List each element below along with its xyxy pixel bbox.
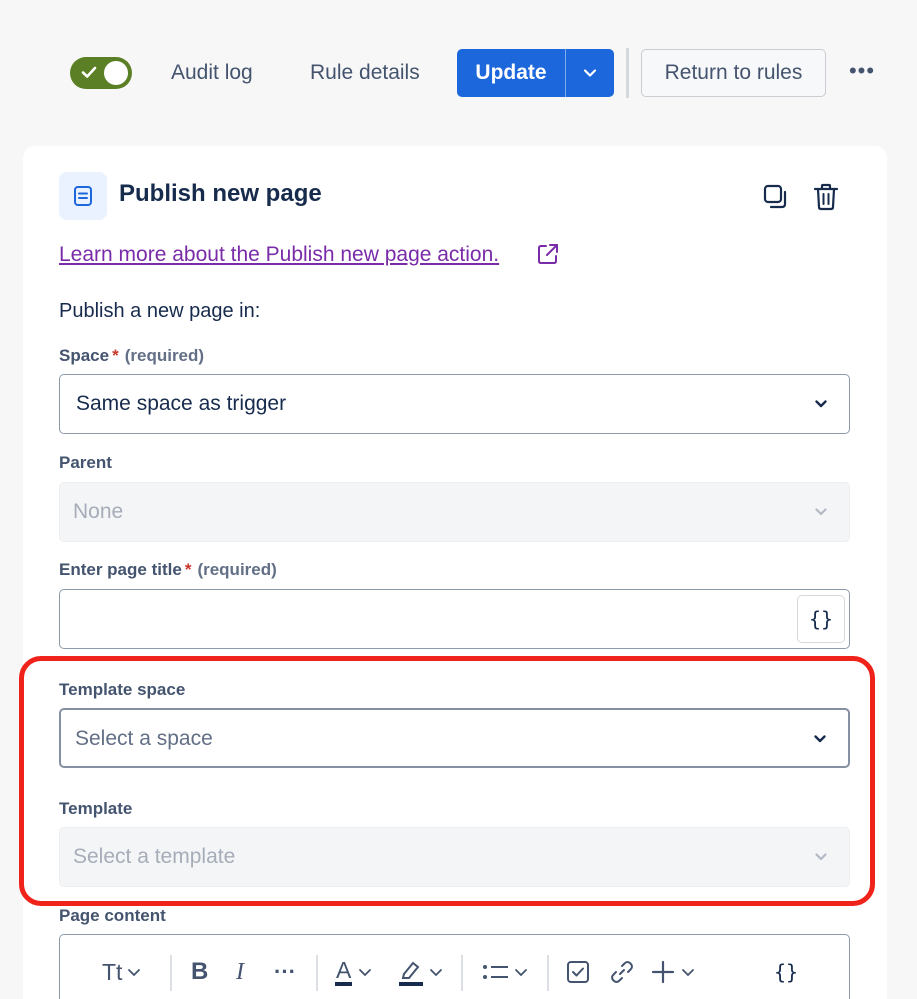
link-button[interactable] bbox=[609, 955, 635, 989]
publish-page-action-card: Publish new page Learn more about the Pu… bbox=[19, 146, 887, 999]
parent-label: Parent bbox=[59, 453, 112, 472]
space-label: Space * (required) bbox=[59, 346, 204, 366]
toolbar-divider bbox=[316, 955, 318, 991]
template-placeholder: Select a template bbox=[73, 845, 236, 868]
copy-icon[interactable] bbox=[763, 184, 789, 210]
space-select[interactable]: Same space as trigger bbox=[59, 374, 850, 434]
template-space-label: Template space bbox=[59, 680, 186, 699]
chevron-down-icon bbox=[430, 969, 442, 977]
required-text: (required) bbox=[197, 560, 277, 579]
bold-button[interactable]: B bbox=[191, 955, 208, 989]
page-icon bbox=[59, 172, 107, 220]
learn-more-link[interactable]: Learn more about the Publish new page ac… bbox=[59, 243, 499, 267]
toolbar-divider bbox=[626, 48, 629, 98]
smart-value-button[interactable]: {} bbox=[797, 595, 845, 643]
action-item-button[interactable] bbox=[566, 955, 590, 989]
chevron-down-icon bbox=[815, 853, 827, 861]
chevron-down-icon bbox=[128, 969, 141, 977]
link-icon bbox=[611, 961, 633, 983]
list-icon bbox=[483, 965, 508, 979]
required-text: (required) bbox=[124, 346, 205, 365]
italic-button[interactable]: I bbox=[236, 955, 244, 989]
page-title-label: Enter page title * (required) bbox=[59, 560, 277, 580]
plus-icon bbox=[651, 960, 675, 984]
list-button[interactable] bbox=[482, 955, 528, 989]
checkbox-icon bbox=[567, 961, 589, 983]
space-select-value: Same space as trigger bbox=[76, 392, 287, 415]
toolbar-divider bbox=[461, 955, 463, 991]
template-space-select[interactable]: Select a space bbox=[59, 708, 850, 768]
parent-select: None bbox=[59, 482, 850, 542]
chevron-down-icon bbox=[815, 508, 827, 516]
check-icon bbox=[81, 66, 97, 78]
trash-icon[interactable] bbox=[813, 183, 839, 211]
chevron-down-icon bbox=[682, 969, 694, 977]
more-formatting-button[interactable]: ··· bbox=[274, 955, 296, 989]
text-style-label: Tt bbox=[102, 958, 123, 985]
template-space-placeholder: Select a space bbox=[75, 727, 213, 750]
chevron-down-icon bbox=[814, 735, 826, 743]
required-marker: * bbox=[112, 346, 119, 365]
page-title-label-text: Enter page title bbox=[59, 560, 182, 579]
editor-smart-value-button[interactable]: {} bbox=[774, 955, 798, 989]
action-title: Publish new page bbox=[119, 180, 322, 207]
template-label: Template bbox=[59, 799, 133, 818]
space-label-text: Space bbox=[59, 346, 110, 365]
rule-details-link[interactable]: Rule details bbox=[310, 58, 420, 88]
update-options-button[interactable] bbox=[566, 49, 614, 97]
page-title-input[interactable]: {} bbox=[59, 589, 850, 649]
page-content-label: Page content bbox=[59, 906, 166, 925]
rule-toolbar: Audit log Rule details Update Return to … bbox=[0, 0, 917, 140]
highlight-color-button[interactable] bbox=[397, 955, 443, 989]
text-style-button[interactable]: Tt bbox=[102, 955, 141, 989]
external-link-icon[interactable] bbox=[537, 243, 559, 265]
publish-intro-text: Publish a new page in: bbox=[59, 300, 261, 322]
text-color-label: A bbox=[335, 958, 353, 986]
template-select: Select a template bbox=[59, 827, 850, 887]
audit-log-link[interactable]: Audit log bbox=[171, 58, 253, 88]
return-to-rules-button[interactable]: Return to rules bbox=[641, 49, 826, 97]
toggle-knob bbox=[104, 61, 128, 85]
chevron-down-icon bbox=[515, 969, 527, 977]
parent-select-value: None bbox=[73, 500, 124, 523]
page-content-editor[interactable]: Tt B I ··· A {} bbox=[59, 934, 850, 999]
update-split-button: Update bbox=[457, 49, 614, 97]
editor-toolbar: Tt B I ··· A {} bbox=[60, 935, 849, 999]
chevron-down-icon bbox=[359, 969, 372, 977]
rule-enabled-toggle[interactable] bbox=[70, 57, 132, 89]
chevron-down-icon bbox=[815, 400, 827, 408]
text-color-button[interactable]: A bbox=[335, 955, 372, 989]
toolbar-divider bbox=[170, 955, 172, 991]
insert-button[interactable] bbox=[651, 955, 695, 989]
toolbar-divider bbox=[547, 955, 549, 991]
highlighter-icon bbox=[399, 961, 423, 986]
more-actions-button[interactable]: ••• bbox=[845, 58, 879, 88]
update-button[interactable]: Update bbox=[457, 49, 565, 97]
required-marker: * bbox=[184, 560, 192, 579]
chevron-down-icon bbox=[583, 69, 597, 77]
